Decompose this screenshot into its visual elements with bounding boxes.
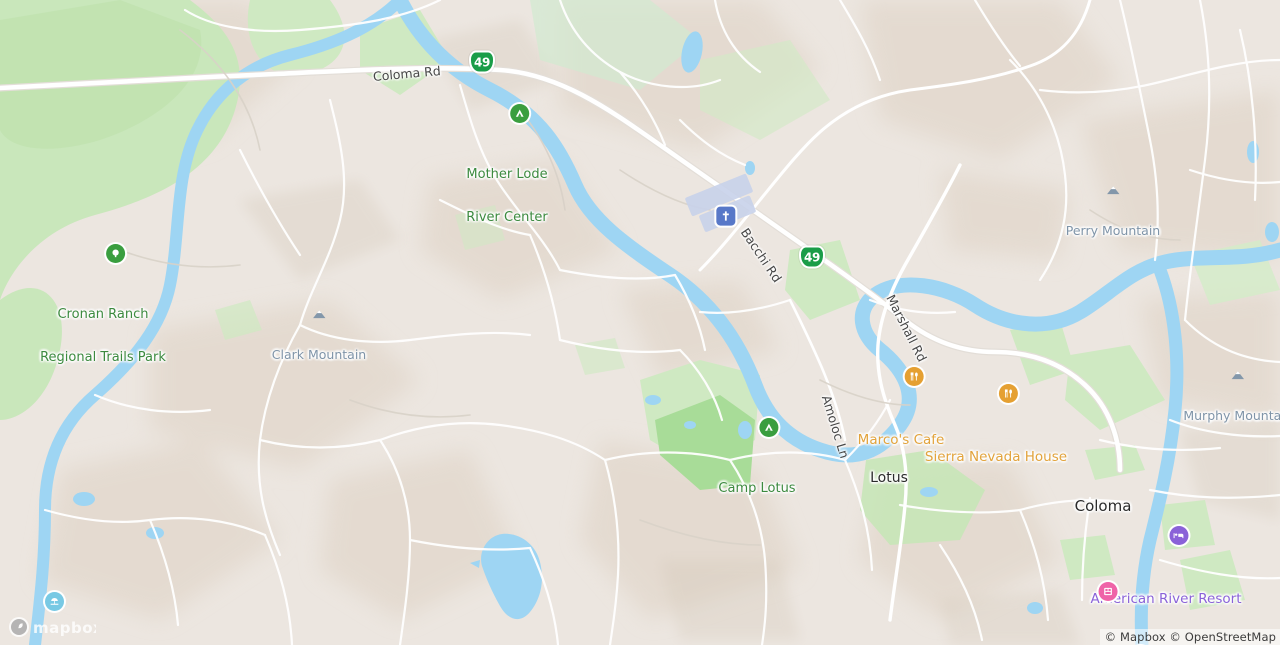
shield-number: 49 [803, 250, 821, 264]
highway-shield-49-west[interactable]: 49 [469, 50, 495, 74]
mapbox-logo[interactable]: mapbox [8, 616, 96, 638]
map-attribution[interactable]: © Mapbox © OpenStreetMap [1099, 629, 1280, 645]
highway-shield-49-east[interactable]: 49 [799, 245, 825, 269]
mapbox-wordmark-icon: mapbox [9, 617, 96, 637]
shield-number: 49 [473, 55, 491, 69]
svg-text:mapbox: mapbox [33, 619, 96, 637]
map-tiles [0, 0, 1280, 645]
map-viewport[interactable]: 49 49 Coloma Rd Bacchi Rd Marshall Rd Am… [0, 0, 1280, 645]
